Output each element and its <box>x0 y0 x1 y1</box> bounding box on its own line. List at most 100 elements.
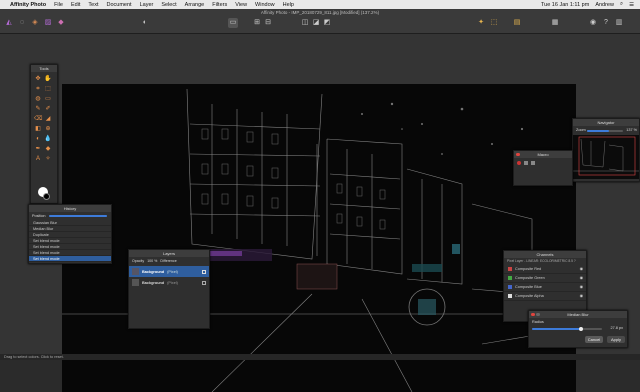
menu-filters[interactable]: Filters <box>212 2 227 8</box>
shape-tool-icon[interactable]: ◆ <box>44 145 52 153</box>
pixel-tool-icon[interactable]: ✐ <box>44 105 52 113</box>
play-icon[interactable] <box>531 161 535 165</box>
assistant-icon[interactable]: ◐ <box>140 18 150 28</box>
user-icon[interactable]: ◉ <box>588 18 598 28</box>
layers-panel-title: Layers <box>129 250 209 257</box>
gradient-tool-icon[interactable]: ◧ <box>34 125 42 133</box>
menu-arrange[interactable]: Arrange <box>185 2 205 8</box>
layer-row[interactable]: Background (Pixel) <box>129 266 209 277</box>
layer-name[interactable]: Background <box>142 281 164 285</box>
zoom-slider[interactable] <box>587 130 623 132</box>
layer-type: (Pixel) <box>167 270 178 274</box>
develop-persona-icon[interactable]: ◈ <box>30 18 40 28</box>
radius-slider[interactable] <box>532 328 602 330</box>
crop-tool-icon[interactable]: ⌗ <box>34 85 42 93</box>
menu-edit[interactable]: Edit <box>71 2 80 8</box>
photo-persona-icon[interactable]: ◭ <box>4 18 14 28</box>
view-mode-icon[interactable]: ▦ <box>550 18 560 28</box>
text-tool-icon[interactable]: A <box>34 155 42 163</box>
minimize-icon[interactable] <box>536 313 540 317</box>
layer-visibility-checkbox[interactable] <box>202 281 206 285</box>
layer-name[interactable]: Background <box>142 270 164 274</box>
blend-mode-select[interactable]: Difference <box>160 257 176 266</box>
menu-text[interactable]: Text <box>88 2 98 8</box>
align-icon[interactable]: ▤ <box>512 18 522 28</box>
channels-panel-title: Channels <box>504 251 586 258</box>
menu-layer[interactable]: Layer <box>140 2 154 8</box>
navigator-panel-title: Navigator <box>573 119 639 126</box>
clone-brush-icon[interactable]: ⊕ <box>44 125 52 133</box>
history-position-label: Position <box>32 214 46 218</box>
cancel-button[interactable]: Cancel <box>585 336 603 343</box>
snapping-icon[interactable]: ✦ <box>476 18 486 28</box>
radius-slider-handle[interactable] <box>579 327 583 331</box>
view-tool-icon[interactable]: ✋ <box>44 75 52 83</box>
workspace[interactable]: Tools ✥ ✋ ⌗ ⬚ ◍ ▭ ✎ ✐ ⌫ ◢ ◧ ⊕ ◐ 💧 ✒ ◆ A … <box>0 34 640 360</box>
marquee-tool-icon[interactable]: ▭ <box>44 95 52 103</box>
channel-label: Composite Alpha <box>515 292 544 301</box>
channel-label: Composite Green <box>515 274 545 283</box>
app-menu[interactable]: Affinity Photo <box>10 2 46 8</box>
menu-document[interactable]: Document <box>107 2 132 8</box>
paint-brush-icon[interactable]: ✎ <box>34 105 42 113</box>
eye-icon[interactable]: ◉ <box>580 283 583 292</box>
erase-brush-icon[interactable]: ⌫ <box>34 115 42 123</box>
export-persona-icon[interactable]: ◆ <box>56 18 66 28</box>
channel-row[interactable]: Composite Alpha ◉ <box>504 292 586 301</box>
menu-bar: Affinity Photo File Edit Text Document L… <box>0 0 640 9</box>
flood-select-icon[interactable]: ◍ <box>34 95 42 103</box>
menu-view[interactable]: View <box>235 2 247 8</box>
menu-window[interactable]: Window <box>255 2 275 8</box>
radius-value[interactable]: 27.8 px <box>611 326 623 330</box>
document-title: Affinity Photo - IMP_20180729_811.jpg [M… <box>0 10 640 15</box>
tone-mapping-persona-icon[interactable]: ▨ <box>43 18 53 28</box>
selection-mode-icon[interactable]: ▭ <box>228 18 238 28</box>
eye-icon[interactable]: ◉ <box>580 292 583 301</box>
dodge-brush-icon[interactable]: ◐ <box>34 135 42 143</box>
eye-icon[interactable]: ◉ <box>580 274 583 283</box>
list-icon[interactable]: ☰ <box>629 2 634 8</box>
arrange-icon[interactable]: ⬚ <box>489 18 499 28</box>
ruler-icon[interactable]: ▥ <box>614 18 624 28</box>
apply-button[interactable]: Apply <box>607 336 625 343</box>
menu-file[interactable]: File <box>54 2 63 8</box>
red-channel-swatch <box>508 267 512 271</box>
help-icon[interactable]: ? <box>601 18 611 28</box>
history-position-slider[interactable] <box>49 215 107 217</box>
eye-icon[interactable]: ◉ <box>580 265 583 274</box>
close-icon[interactable] <box>516 153 520 157</box>
user-name[interactable]: Andrew <box>595 2 614 8</box>
add-selection-icon[interactable]: ⊞ <box>252 18 262 28</box>
secondary-color-swatch[interactable] <box>43 193 50 200</box>
layer-thumbnail <box>132 268 139 275</box>
move-tool-icon[interactable]: ✥ <box>34 75 42 83</box>
blur-brush-icon[interactable]: 💧 <box>44 135 52 143</box>
transform-icon[interactable]: ◩ <box>322 18 332 28</box>
liquify-persona-icon[interactable]: ◌ <box>17 18 27 28</box>
refine-icon[interactable]: ◪ <box>311 18 321 28</box>
pen-tool-icon[interactable]: ✒ <box>34 145 42 153</box>
menu-help[interactable]: Help <box>283 2 294 8</box>
channel-label: Composite Red <box>515 265 541 274</box>
opacity-value[interactable]: 100 % <box>147 257 157 266</box>
flood-fill-icon[interactable]: ◢ <box>44 115 52 123</box>
channel-label: Composite Blue <box>515 283 542 292</box>
navigator-preview[interactable] <box>573 135 639 179</box>
layer-visibility-checkbox[interactable] <box>202 270 206 274</box>
history-item-selected[interactable]: Set blend mode <box>29 256 111 262</box>
color-picker-icon[interactable]: ✧ <box>44 155 52 163</box>
subtract-selection-icon[interactable]: ⊟ <box>263 18 273 28</box>
menu-select[interactable]: Select <box>161 2 176 8</box>
document-canvas[interactable] <box>62 84 576 392</box>
layer-row[interactable]: Background (Pixel) <box>129 277 209 288</box>
selection-brush-icon[interactable]: ⬚ <box>44 85 52 93</box>
quick-mask-icon[interactable]: ◫ <box>300 18 310 28</box>
macro-panel: Macro <box>513 150 573 186</box>
stop-icon[interactable] <box>524 161 528 165</box>
record-icon[interactable] <box>517 161 521 165</box>
median-blur-dialog: Median Blur Radius 27.8 px Cancel Apply <box>528 310 628 348</box>
search-icon[interactable]: ⌕ <box>620 1 623 8</box>
clock: Tue 16 Jan 1:11 pm <box>541 2 589 8</box>
close-icon[interactable] <box>531 313 535 317</box>
zoom-value[interactable]: 137 % <box>626 126 637 135</box>
